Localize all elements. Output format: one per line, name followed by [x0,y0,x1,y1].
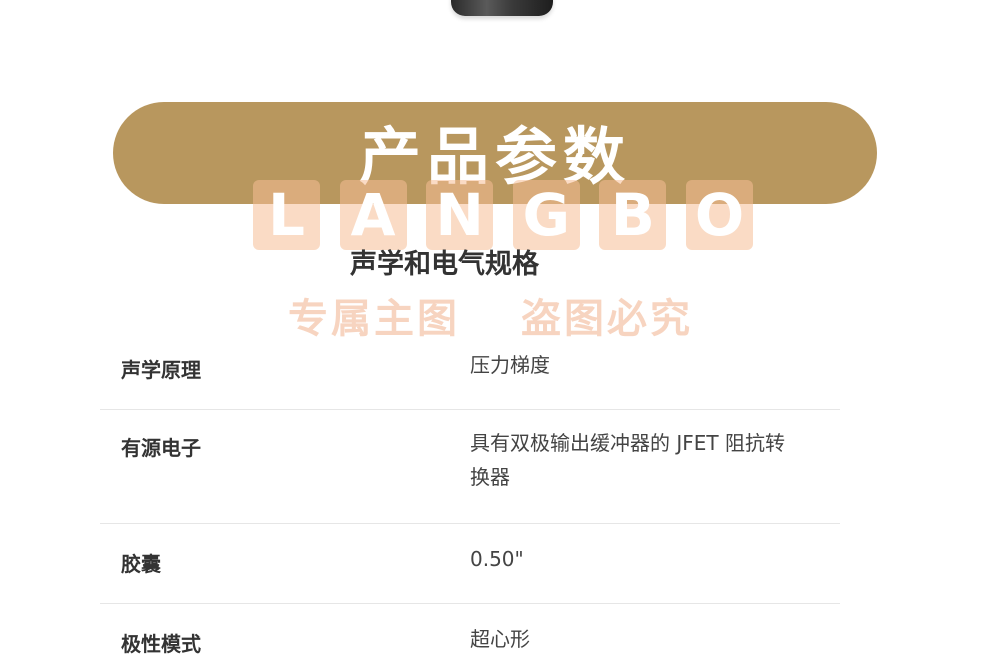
section-title: 声学和电气规格 [350,249,539,280]
watermark-letter: O [685,180,753,250]
watermark-letter: L [253,180,320,250]
spec-row: 有源电子 具有双极输出缓冲器的 JFET 阻抗转换器 [100,410,840,524]
spec-value: 压力梯度 [470,353,550,377]
watermark-letter: B [599,180,667,250]
spec-row: 胶囊 0.50" [100,524,840,604]
spec-row: 声学原理 压力梯度 [100,332,840,410]
product-image-top [451,0,553,16]
watermark-logo: L A N G B O [253,180,753,250]
watermark-letter: A [339,180,407,250]
spec-table: 声学原理 压力梯度 有源电子 具有双极输出缓冲器的 JFET 阻抗转换器 胶囊 … [100,332,840,664]
watermark-letter: N [426,180,494,250]
spec-value: 具有双极输出缓冲器的 JFET 阻抗转换器 [470,431,785,489]
spec-label: 胶囊 [121,552,161,576]
watermark-letter: G [512,180,580,250]
spec-value: 0.50" [470,547,524,571]
spec-row: 极性模式 超心形 [100,604,840,664]
spec-label: 有源电子 [121,436,201,460]
spec-label: 声学原理 [121,358,201,382]
spec-label: 极性模式 [121,632,201,656]
spec-value: 超心形 [470,627,530,651]
